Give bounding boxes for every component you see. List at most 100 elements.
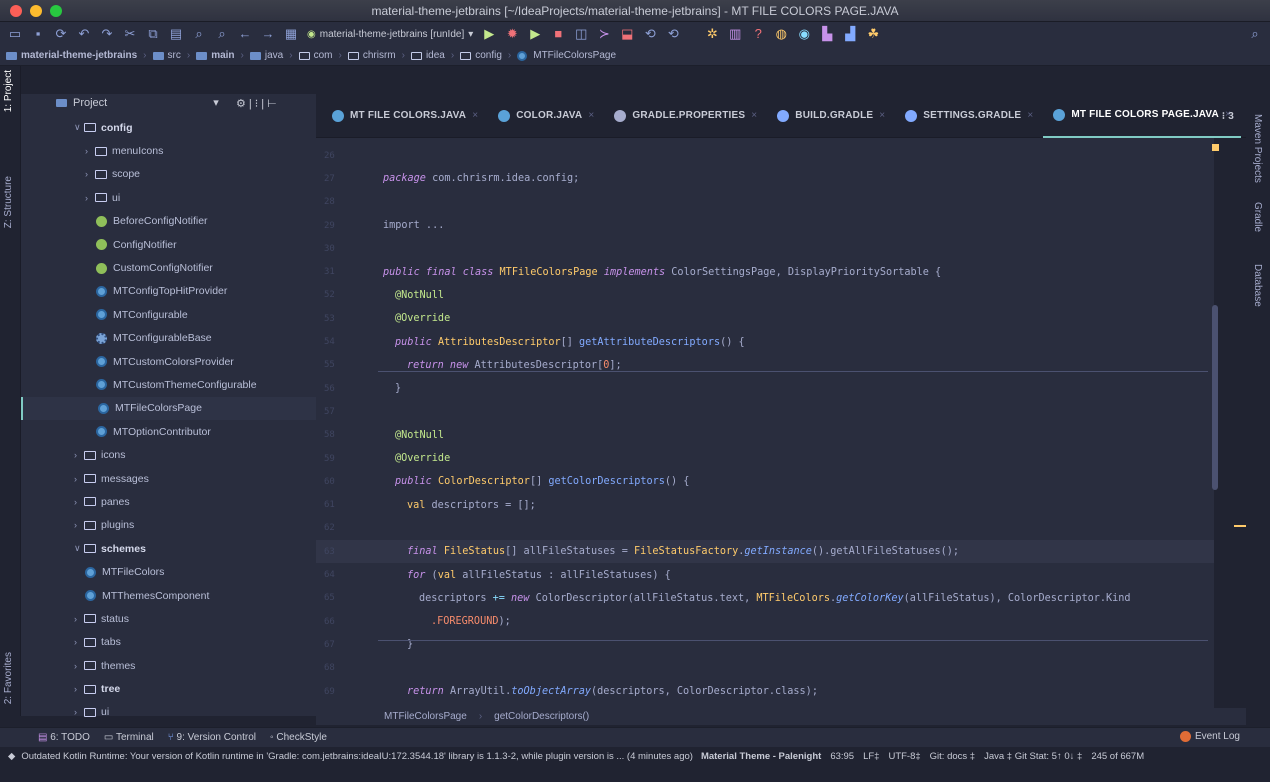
editor-tab[interactable]: BUILD.GRADLE × bbox=[767, 94, 895, 138]
code-line[interactable]: 55 return new AttributesDescriptor[0]; bbox=[316, 354, 1214, 377]
code-line[interactable]: 65 descriptors += new ColorDescriptor(all… bbox=[316, 587, 1214, 610]
editor-tab[interactable]: SETTINGS.GRADLE × bbox=[895, 94, 1043, 138]
file-encoding[interactable]: UTF-8‡ bbox=[888, 751, 920, 762]
copy-icon[interactable]: ⧉ bbox=[146, 27, 160, 41]
code-line[interactable]: 64 for (val allFileStatus : allFileStatus… bbox=[316, 563, 1214, 586]
tree-folder-item[interactable]: ∨ schemes bbox=[21, 537, 316, 560]
window-controls[interactable] bbox=[10, 5, 62, 17]
close-icon[interactable]: × bbox=[588, 110, 594, 121]
debug-icon[interactable]: ✹ bbox=[505, 27, 519, 41]
tree-folder-item[interactable]: › panes bbox=[21, 490, 316, 513]
stats-icon[interactable]: ▟ bbox=[843, 27, 857, 41]
run-config-select[interactable]: ◉ material-theme-jetbrains [runIde] ▾ bbox=[307, 29, 473, 40]
undo-icon[interactable]: ↶ bbox=[77, 27, 91, 41]
tree-file-item[interactable]: CustomConfigNotifier bbox=[21, 256, 316, 279]
help-icon[interactable]: ? bbox=[751, 27, 765, 41]
chevron-right-icon[interactable]: › bbox=[74, 661, 84, 671]
tree-folder-item[interactable]: › tabs bbox=[21, 631, 316, 654]
zoom-window-button[interactable] bbox=[50, 5, 62, 17]
chevron-right-icon[interactable]: › bbox=[85, 146, 95, 156]
build-icon[interactable]: ▦ bbox=[284, 27, 298, 41]
stop-icon[interactable]: ■ bbox=[551, 27, 565, 41]
code-line[interactable]: 59 @Override bbox=[316, 447, 1214, 470]
tree-folder-item[interactable]: › scope bbox=[21, 163, 316, 186]
forward-icon[interactable]: → bbox=[261, 27, 275, 41]
code-line[interactable]: 30 bbox=[316, 237, 1214, 260]
rollback-icon[interactable]: ⟲ bbox=[666, 27, 680, 41]
breadcrumb-main[interactable]: main bbox=[196, 50, 235, 61]
chevron-right-icon[interactable]: › bbox=[74, 614, 84, 624]
breadcrumb-file[interactable]: MTFileColorsPage bbox=[517, 50, 616, 61]
settings-icon[interactable]: ✲ bbox=[705, 27, 719, 41]
code-line[interactable]: 57 bbox=[316, 400, 1214, 423]
code-line[interactable]: 27 package com.chrisrm.idea.config; bbox=[316, 167, 1214, 190]
breadcrumb-config[interactable]: config bbox=[460, 50, 502, 61]
inspect-icon[interactable]: ◉ bbox=[797, 27, 811, 41]
line-separator[interactable]: LF‡ bbox=[863, 751, 879, 762]
code-line[interactable]: 29 import ... bbox=[316, 214, 1214, 237]
breadcrumb-method[interactable]: getColorDescriptors() bbox=[494, 711, 589, 722]
tab-overflow-button[interactable]: ⁝ 3 bbox=[1212, 94, 1244, 138]
event-log-button[interactable]: Event Log bbox=[1179, 731, 1240, 742]
code-line[interactable]: 66 .FOREGROUND); bbox=[316, 610, 1214, 633]
code-line[interactable]: 52 @NotNull bbox=[316, 284, 1214, 307]
project-tool-button[interactable]: 1: Project bbox=[3, 70, 14, 112]
database-tool-button[interactable]: Database bbox=[1252, 264, 1263, 307]
todo-tool-button[interactable]: ▤ 6: TODO bbox=[38, 732, 90, 743]
chevron-right-icon[interactable]: › bbox=[74, 684, 84, 694]
tree-file-item[interactable]: MTThemesComponent bbox=[21, 584, 316, 607]
breadcrumb-chrisrm[interactable]: chrisrm bbox=[347, 50, 396, 61]
chevron-right-icon[interactable]: › bbox=[74, 474, 84, 484]
code-line[interactable]: 31 public final class MTFileColorsPage im… bbox=[316, 261, 1214, 284]
code-line[interactable]: 28 bbox=[316, 191, 1214, 214]
tree-folder-item[interactable]: › ui bbox=[21, 701, 316, 724]
tree-folder-item[interactable]: › themes bbox=[21, 654, 316, 677]
save-icon[interactable]: ▪ bbox=[31, 27, 45, 41]
breadcrumb-src[interactable]: src bbox=[152, 50, 181, 61]
layout-icon[interactable]: ◫ bbox=[574, 27, 588, 41]
structure-icon[interactable]: ▥ bbox=[728, 27, 742, 41]
replace-icon[interactable]: ⌕ bbox=[215, 27, 229, 41]
minimize-window-button[interactable] bbox=[30, 5, 42, 17]
paste-icon[interactable]: ▤ bbox=[169, 27, 183, 41]
cut-icon[interactable]: ✂ bbox=[123, 27, 137, 41]
memory-indicator[interactable]: 245 of 667M bbox=[1091, 751, 1144, 762]
coverage-icon[interactable]: ▶ bbox=[528, 27, 542, 41]
status-message[interactable]: Outdated Kotlin Runtime: Your version of… bbox=[21, 751, 693, 762]
code-line[interactable]: 69 return ArrayUtil.toObjectArray(descrip… bbox=[316, 680, 1214, 703]
tree-file-item[interactable]: MTFileColors bbox=[21, 560, 316, 583]
terminal-icon[interactable]: ≻ bbox=[597, 27, 611, 41]
tree-file-item[interactable]: MTConfigurable bbox=[21, 303, 316, 326]
code-line[interactable]: 63 final FileStatus[] allFileStatuses = F… bbox=[316, 540, 1214, 564]
chart-icon[interactable]: ▙ bbox=[820, 27, 834, 41]
theme-switcher[interactable]: Material Theme - Palenight bbox=[701, 751, 821, 762]
run-icon[interactable]: ▶ bbox=[482, 27, 496, 41]
warning-marker[interactable] bbox=[1212, 144, 1219, 151]
code-line[interactable]: 62 bbox=[316, 517, 1214, 540]
git-branch[interactable]: Git: docs ‡ bbox=[930, 751, 975, 762]
chevron-right-icon[interactable]: › bbox=[74, 637, 84, 647]
error-stripe-marker[interactable] bbox=[1234, 525, 1246, 527]
code-line[interactable]: 26 bbox=[316, 144, 1214, 167]
code-line[interactable]: 56} bbox=[316, 377, 1214, 400]
language-indicator[interactable]: Java ‡ Git Stat: 5↑ 0↓ ‡ bbox=[984, 751, 1082, 762]
find-icon[interactable]: ⌕ bbox=[192, 27, 206, 41]
code-line[interactable]: 68 bbox=[316, 657, 1214, 680]
tree-file-item[interactable]: MTOptionContributor bbox=[21, 420, 316, 443]
breadcrumb-project[interactable]: material-theme-jetbrains bbox=[6, 50, 137, 61]
tree-file-item[interactable]: MTCustomColorsProvider bbox=[21, 350, 316, 373]
chevron-right-icon[interactable]: › bbox=[74, 707, 84, 717]
close-icon[interactable]: × bbox=[751, 110, 757, 121]
code-editor[interactable]: 26 27 package com.chrisrm.idea.config; 28 29… bbox=[316, 138, 1214, 708]
chevron-down-icon[interactable]: ∨ bbox=[74, 122, 84, 133]
chevron-right-icon[interactable]: › bbox=[74, 520, 84, 530]
tree-file-item[interactable]: ConfigNotifier bbox=[21, 233, 316, 256]
redo-icon[interactable]: ↷ bbox=[100, 27, 114, 41]
chevron-right-icon[interactable]: › bbox=[74, 497, 84, 507]
chevron-down-icon[interactable]: ∨ bbox=[74, 543, 84, 554]
chevron-right-icon[interactable]: › bbox=[85, 169, 95, 179]
breadcrumb-java[interactable]: java bbox=[249, 50, 283, 61]
editor-tab[interactable]: MT FILE COLORS.JAVA × bbox=[322, 94, 488, 138]
sync-icon[interactable]: ⟳ bbox=[54, 27, 68, 41]
code-line[interactable]: 60 public ColorDescriptor[] getColorDescr… bbox=[316, 470, 1214, 493]
